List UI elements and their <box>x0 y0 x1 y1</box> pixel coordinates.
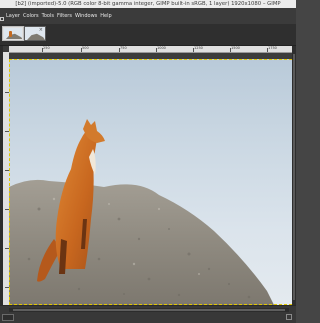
ruler-tick <box>81 48 82 52</box>
ruler-label: 250 <box>43 46 50 50</box>
menu-help[interactable]: Help <box>100 8 111 24</box>
menubar-edge <box>0 8 5 24</box>
thumb-rock <box>27 33 45 40</box>
horizontal-scrollbar[interactable] <box>9 308 289 312</box>
ruler-tick <box>230 48 231 52</box>
ruler-label: 1000 <box>157 46 166 50</box>
menubar: Layer Colors Tools Filters Windows Help <box>0 8 296 24</box>
menu-overflow-icon[interactable] <box>0 17 4 21</box>
layer-boundary-top <box>9 59 292 60</box>
tab-selection-outline <box>3 27 23 40</box>
menu-items: Layer Colors Tools Filters Windows Help <box>6 8 115 24</box>
close-icon[interactable]: × <box>39 28 43 33</box>
ruler-label: 1250 <box>194 46 203 50</box>
menu-filters[interactable]: Filters <box>57 8 72 24</box>
ruler-label: 500 <box>82 46 89 50</box>
menu-windows[interactable]: Windows <box>75 8 97 24</box>
image-tab-active[interactable] <box>2 26 24 41</box>
menu-tools[interactable]: Tools <box>42 8 54 24</box>
window-title: [b2] (imported)-5.0 (RGB color 8-bit gam… <box>15 1 281 7</box>
rock-mound <box>9 179 274 305</box>
vertical-scroll-thumb[interactable] <box>293 54 295 300</box>
image-tabs-bar: × <box>0 24 296 46</box>
ruler-tick <box>119 48 120 52</box>
ruler-tick <box>267 48 268 52</box>
fox-photo <box>9 59 292 305</box>
horizontal-ruler[interactable]: 250 500 750 1000 1250 1500 1750 <box>9 46 292 53</box>
pointer-coordinates-box <box>2 314 14 321</box>
ruler-label: 1500 <box>231 46 240 50</box>
window-titlebar: [b2] (imported)-5.0 (RGB color 8-bit gam… <box>0 0 296 8</box>
navigate-icon[interactable] <box>286 314 292 320</box>
ruler-tick <box>42 48 43 52</box>
menu-colors[interactable]: Colors <box>23 8 39 24</box>
fox-scene-illustration <box>9 119 274 305</box>
status-row <box>2 314 294 322</box>
horizontal-scroll-thumb[interactable] <box>13 309 285 311</box>
ruler-label: 750 <box>120 46 127 50</box>
status-area <box>0 305 296 323</box>
layer-boundary-left <box>9 59 10 305</box>
image-tab-2[interactable]: × <box>24 26 46 41</box>
image-canvas[interactable] <box>9 53 292 305</box>
ruler-tick <box>193 48 194 52</box>
vertical-scrollbar[interactable] <box>292 46 296 310</box>
ruler-label: 1750 <box>268 46 277 50</box>
ruler-tick <box>156 48 157 52</box>
menu-layer[interactable]: Layer <box>6 8 20 24</box>
